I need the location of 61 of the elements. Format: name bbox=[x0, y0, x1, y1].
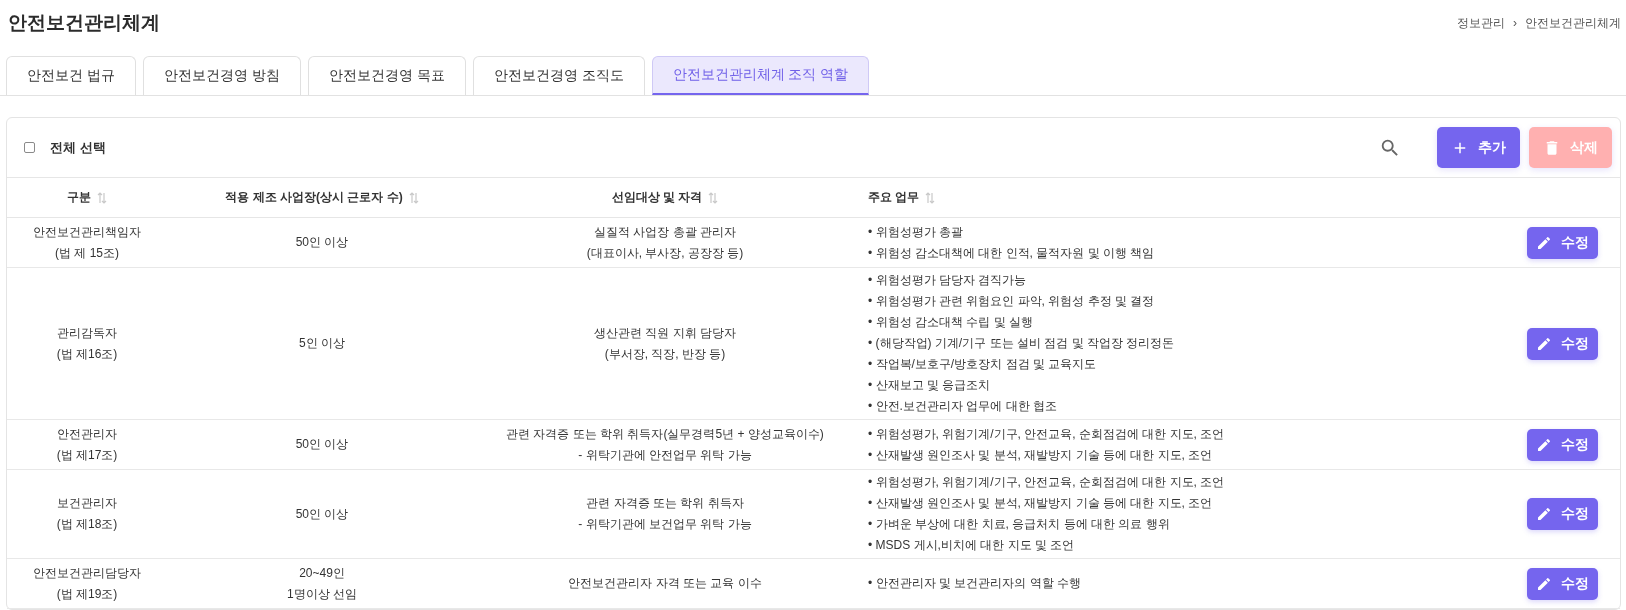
page-title: 안전보건관리체계 bbox=[8, 11, 160, 35]
duty-item: • 산재발생 원인조사 및 분석, 재발방지 기술 등에 대한 지도, 조언 bbox=[868, 446, 1213, 464]
pencil-icon bbox=[1536, 335, 1552, 352]
edit-button[interactable]: 수정 bbox=[1527, 226, 1598, 259]
duty-item: • 위험성 감소대책 수립 및 실행 bbox=[868, 314, 1033, 331]
edit-button[interactable]: 수정 bbox=[1527, 327, 1598, 360]
table-cell-text: 실질적 사업장 총괄 관리자 (대표이사, 부사장, 공장장 등) bbox=[586, 223, 744, 262]
table-cell-text: 관련 자격증 또는 학위 취득자(실무경력5년 + 양성교육이수) - 위탁기관에 안전업무 위탁 가능 bbox=[506, 425, 824, 464]
tab[interactable]: 안전보건 법규 bbox=[6, 56, 136, 95]
column-header: 구분 bbox=[67, 189, 91, 206]
add-button[interactable]: 추가 bbox=[1437, 127, 1520, 168]
table-cell-text: 50인 이상 bbox=[295, 505, 349, 523]
duty-item: • 산재발생 원인조사 및 분석, 재발방지 기술 등에 대한 지도, 조언 bbox=[868, 495, 1213, 512]
sort-icon[interactable] bbox=[925, 191, 936, 204]
table-cell-text: 50인 이상 bbox=[295, 436, 349, 453]
select-all-label: 전체 선택 bbox=[50, 138, 106, 157]
tab[interactable]: 안전보건경영 방침 bbox=[142, 56, 301, 95]
edit-button[interactable]: 수정 bbox=[1527, 498, 1598, 530]
table-cell-text: 안전보건관리자 자격 또는 교육 이수 bbox=[568, 575, 762, 592]
breadcrumb-current: 안전보건관리체계 bbox=[1525, 14, 1621, 32]
tab[interactable]: 안전보건관리체계 조직 역할 bbox=[651, 56, 870, 95]
sort-icon[interactable] bbox=[708, 191, 719, 204]
duty-item: • 위험성평가, 위험기계/기구, 안전교육, 순회점검에 대한 지도, 조언 bbox=[868, 474, 1225, 491]
duty-item: • 위험성평가, 위험기계/기구, 안전교육, 순회점검에 대한 지도, 조언 bbox=[868, 425, 1225, 443]
table-cell-text: 보건관리자 (법 제18조) bbox=[56, 495, 118, 533]
sort-icon[interactable] bbox=[97, 191, 107, 204]
table-cell-text: 안전보건관리담당자 (법 제19조) bbox=[33, 564, 141, 603]
breadcrumb-separator: › bbox=[1513, 16, 1517, 30]
pencil-icon bbox=[1536, 575, 1552, 592]
duty-item: • 작업복/보호구/방호장치 점검 및 교육지도 bbox=[868, 356, 1097, 373]
table-cell-text: 관리감독자 (법 제16조) bbox=[56, 324, 118, 363]
table-cell-text: 생산관련 직원 지휘 담당자 (부서장, 직장, 반장 등) bbox=[594, 324, 736, 363]
edit-button[interactable]: 수정 bbox=[1527, 428, 1598, 461]
pencil-icon bbox=[1536, 436, 1552, 453]
duty-item: • 산재보고 및 응급조치 bbox=[868, 377, 991, 394]
table-cell-text: 관련 자격증 또는 학위 취득자 - 위탁기관에 보건업무 위탁 가능 bbox=[578, 495, 752, 533]
edit-button[interactable]: 수정 bbox=[1527, 567, 1598, 600]
duty-item: • MSDS 게시,비치에 대한 지도 및 조언 bbox=[868, 537, 1075, 554]
breadcrumb-link[interactable]: 정보관리 bbox=[1457, 14, 1505, 32]
tab[interactable]: 안전보건경영 조직도 bbox=[472, 56, 645, 95]
table-cell-text: 안전보건관리책임자 (법 제 15조) bbox=[33, 223, 141, 262]
column-header: 적용 제조 사업장(상시 근로자 수) bbox=[225, 189, 403, 206]
pencil-icon bbox=[1536, 506, 1552, 522]
duty-item: • 위험성평가 관련 위험요인 파악, 위험성 추정 및 결정 bbox=[868, 293, 1155, 310]
table-cell-text: 5인 이상 bbox=[299, 335, 345, 352]
duty-item: • 가벼운 부상에 대한 치료, 응급처치 등에 대한 의료 행위 bbox=[868, 516, 1170, 533]
sort-icon[interactable] bbox=[408, 191, 419, 204]
duty-item: • 위험성 감소대책에 대한 인적, 물적자원 및 이행 책임 bbox=[868, 244, 1155, 262]
pencil-icon bbox=[1536, 234, 1552, 251]
table-cell-text: 50인 이상 bbox=[295, 234, 349, 251]
duty-item: • 위험성평가 총괄 bbox=[868, 223, 963, 241]
table-cell-text: 20~49인 1명이상 선임 bbox=[287, 564, 357, 603]
column-header: 선임대상 및 자격 bbox=[611, 189, 703, 206]
select-all-checkbox[interactable] bbox=[24, 142, 35, 153]
duty-item: • 안전.보건관리자 업무에 대한 협조 bbox=[868, 398, 1057, 415]
column-header: 주요 업무 bbox=[868, 189, 920, 206]
duty-item: • 안전관리자 및 보건관리자의 역할 수행 bbox=[868, 575, 1081, 592]
table-cell-text: 안전관리자 (법 제17조) bbox=[56, 425, 118, 464]
duty-item: • (해당작업) 기계/기구 또는 설비 점검 및 작업장 정리정돈 bbox=[868, 335, 1175, 352]
tab[interactable]: 안전보건경영 목표 bbox=[307, 56, 466, 95]
duty-item: • 위험성평가 담당자 겸직가능 bbox=[868, 272, 1027, 289]
